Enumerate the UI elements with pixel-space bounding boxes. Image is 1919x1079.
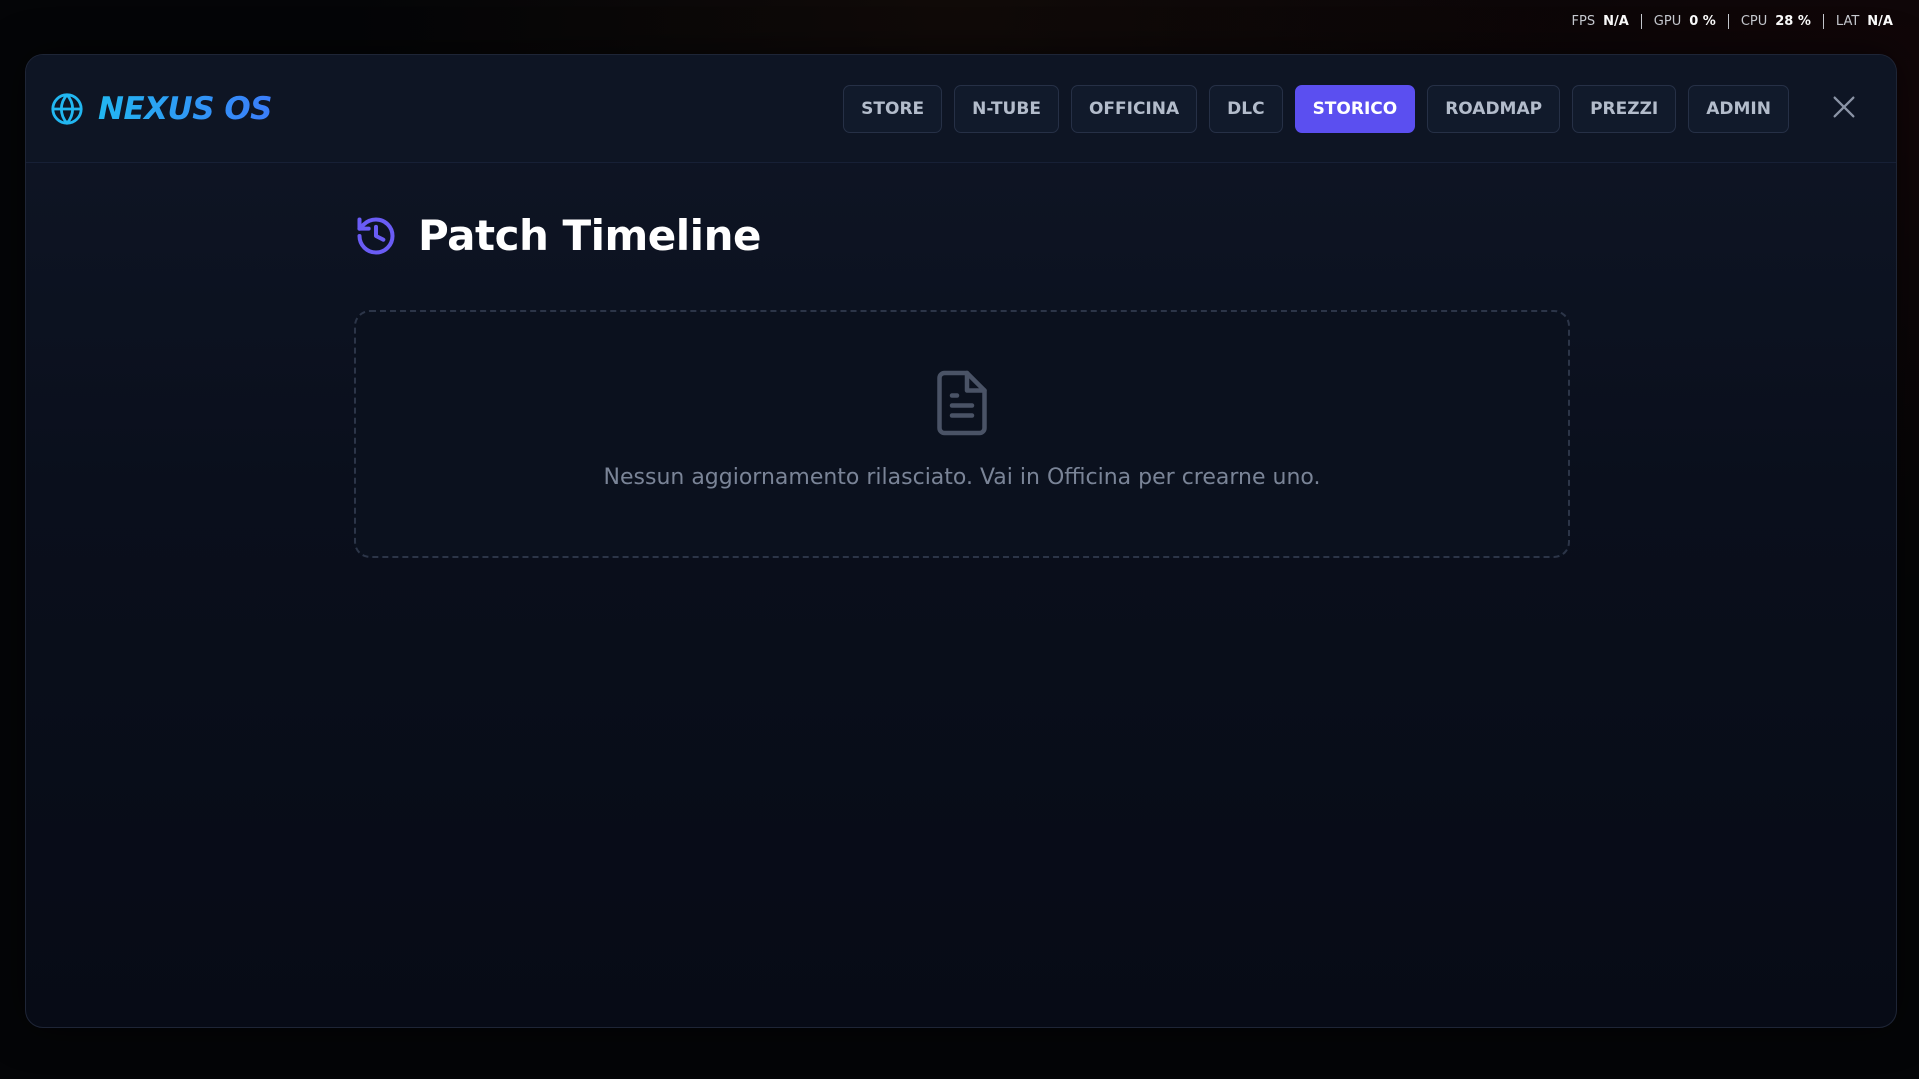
perf-fps-label: FPS [1571,14,1596,29]
tab-roadmap[interactable]: ROADMAP [1427,85,1561,133]
brand-name: NEXUS OS [98,91,273,127]
perf-cpu-label: CPU [1740,14,1768,29]
page-title-row: Patch Timeline [354,211,761,260]
empty-state-message: Nessun aggiornamento rilasciato. Vai in … [603,465,1321,490]
perf-gpu: GPU 0 % [1640,14,1728,29]
perf-lat: LAT N/A [1822,14,1905,29]
perf-gpu-label: GPU [1653,14,1682,29]
brand-logo[interactable]: NEXUS OS [50,91,273,127]
performance-overlay: FPS N/A GPU 0 % CPU 28 % LAT N/A [1560,14,1906,29]
tab-admin[interactable]: ADMIN [1688,85,1789,133]
close-icon [1833,96,1855,118]
perf-fps-value: N/A [1603,14,1629,29]
tab-dlc[interactable]: DLC [1209,85,1283,133]
document-icon [932,370,992,436]
tab-prezzi[interactable]: PREZZI [1572,85,1677,133]
perf-lat-value: N/A [1867,14,1893,29]
globe-icon [51,93,83,125]
tab-store[interactable]: STORE [843,85,943,133]
history-icon [357,216,395,254]
perf-cpu: CPU 28 % [1727,14,1823,29]
empty-state: Nessun aggiornamento rilasciato. Vai in … [354,310,1570,558]
perf-cpu-value: 28 % [1775,14,1811,29]
main-nav: STORE N-TUBE OFFICINA DLC STORICO ROADMA… [843,85,1789,133]
page-title: Patch Timeline [418,211,761,260]
app-window: NEXUS OS STORE N-TUBE OFFICINA DLC STORI… [25,54,1897,1028]
close-button[interactable] [1830,93,1858,121]
perf-gpu-value: 0 % [1689,14,1716,29]
perf-lat-label: LAT [1835,14,1860,29]
tab-storico[interactable]: STORICO [1294,85,1416,133]
tab-officina[interactable]: OFFICINA [1070,85,1198,133]
app-header: NEXUS OS STORE N-TUBE OFFICINA DLC STORI… [26,55,1896,163]
tab-n-tube[interactable]: N-TUBE [954,85,1059,133]
perf-fps: FPS N/A [1560,14,1641,29]
